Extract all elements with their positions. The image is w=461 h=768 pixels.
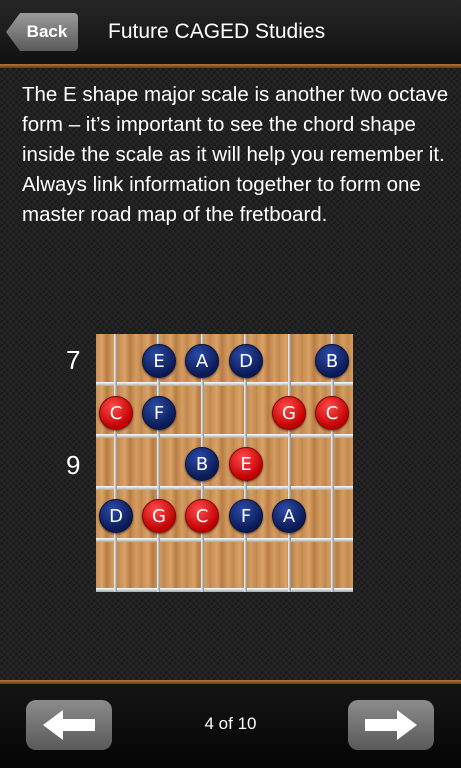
scale-note: D bbox=[99, 499, 133, 533]
scale-note: D bbox=[229, 344, 263, 378]
scale-note: C bbox=[99, 396, 133, 430]
scale-note: A bbox=[272, 499, 306, 533]
scale-note: B bbox=[185, 447, 219, 481]
guitar-string bbox=[288, 334, 291, 592]
fret-label-9: 9 bbox=[66, 450, 81, 480]
guitar-string bbox=[114, 334, 117, 592]
arrow-right-icon bbox=[365, 710, 417, 740]
fret-wire bbox=[96, 382, 353, 386]
scale-note: E bbox=[142, 344, 176, 378]
lesson-description: The E shape major scale is another two o… bbox=[22, 83, 449, 226]
scale-note: E bbox=[229, 447, 263, 481]
fret-wire bbox=[96, 486, 353, 490]
scale-note: C bbox=[315, 396, 349, 430]
fret-wire bbox=[96, 588, 353, 592]
back-button[interactable]: Back bbox=[6, 13, 78, 51]
scale-note: B bbox=[315, 344, 349, 378]
page-title: Future CAGED Studies bbox=[108, 20, 326, 43]
scale-note: A bbox=[185, 344, 219, 378]
scale-note: F bbox=[142, 396, 176, 430]
fret-wire bbox=[96, 434, 353, 438]
top-bar: Back Future CAGED Studies bbox=[0, 0, 461, 64]
scale-note: C bbox=[185, 499, 219, 533]
scale-note: G bbox=[272, 396, 306, 430]
next-page-button[interactable] bbox=[348, 700, 434, 750]
scale-note: F bbox=[229, 499, 263, 533]
fret-wire bbox=[96, 538, 353, 542]
fret-label-7: 7 bbox=[66, 345, 81, 375]
fretboard-diagram bbox=[96, 334, 353, 592]
scale-note: G bbox=[142, 499, 176, 533]
